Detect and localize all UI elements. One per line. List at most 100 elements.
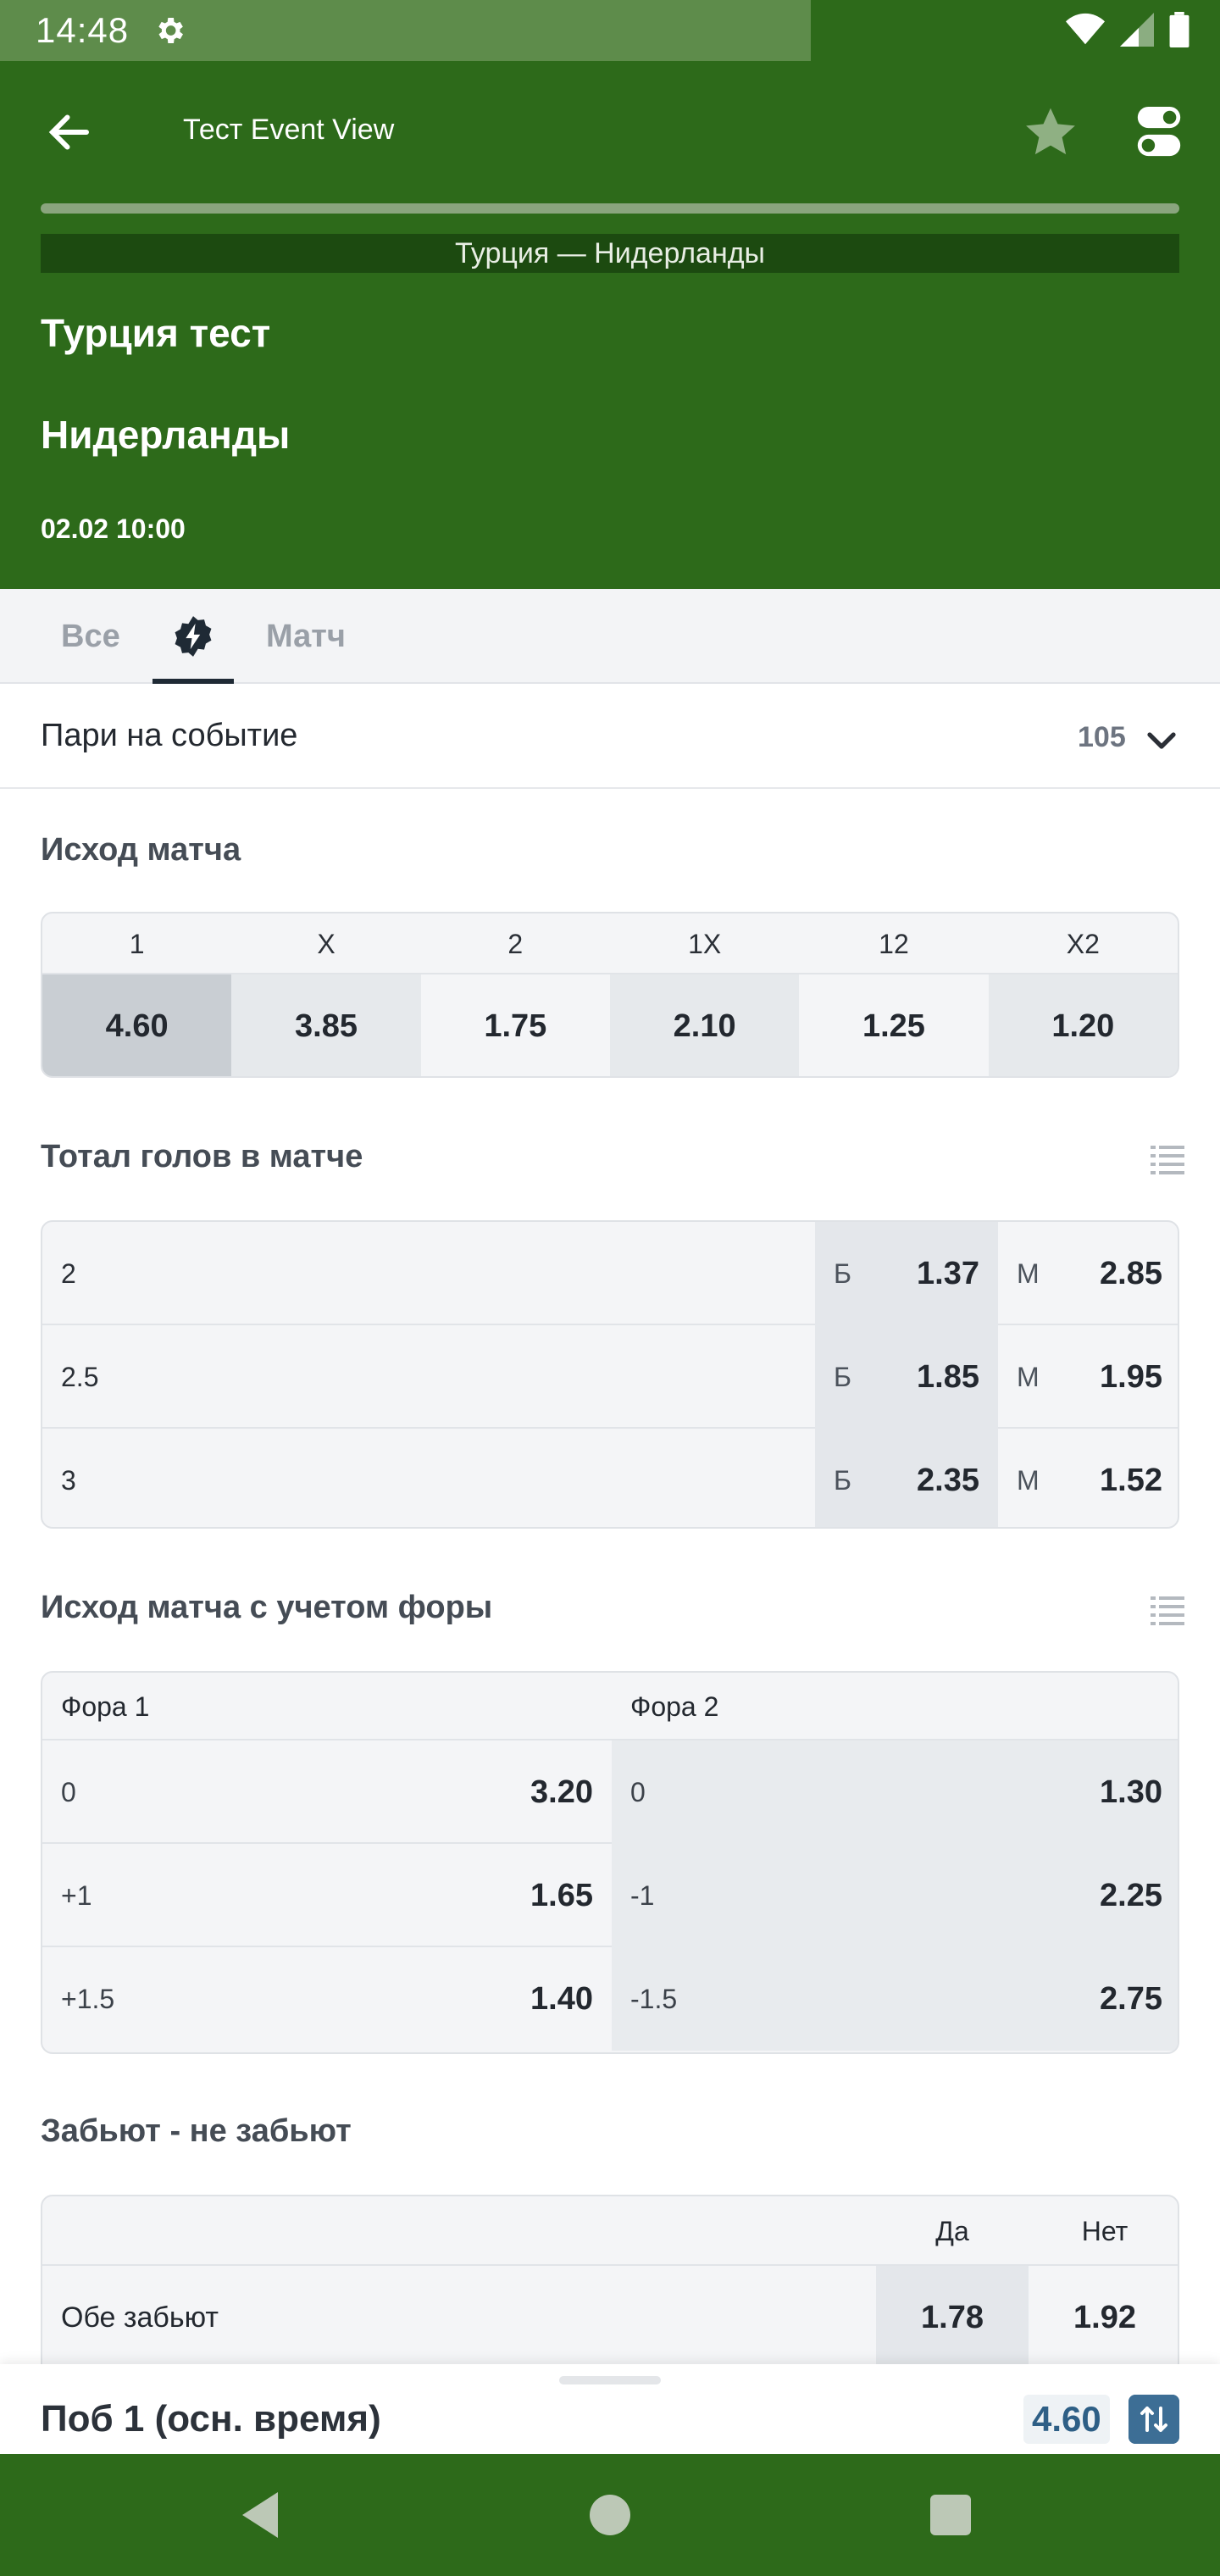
outcome-header: X2 bbox=[1066, 929, 1100, 959]
back-arrow-icon[interactable] bbox=[44, 107, 95, 158]
odd-button[interactable]: 1.25 bbox=[799, 974, 989, 1076]
handicap1-odd-button[interactable]: +1 1.65 bbox=[42, 1844, 612, 1947]
handicap-value: 0 bbox=[630, 1777, 646, 1807]
yes-header: Да bbox=[935, 2216, 969, 2246]
under-odd-button[interactable]: М 2.85 bbox=[998, 1222, 1178, 1325]
system-navigation-bar bbox=[0, 2454, 1220, 2576]
list-view-icon[interactable] bbox=[1151, 1595, 1184, 1625]
tab-live[interactable] bbox=[152, 589, 234, 684]
handicap-header-right: Фора 2 bbox=[630, 1691, 719, 1722]
odd-value: 1.85 bbox=[917, 1359, 979, 1395]
odd-button[interactable]: 1.75 bbox=[420, 974, 610, 1076]
page-title: Тест Event View bbox=[183, 114, 395, 146]
over-odd-button[interactable]: Б 1.85 bbox=[815, 1325, 998, 1429]
odd-value: 1.37 bbox=[917, 1256, 979, 1291]
odd-button-selected[interactable]: 4.60 bbox=[42, 974, 232, 1076]
tab-active-indicator bbox=[152, 679, 234, 684]
tab-match[interactable]: Матч bbox=[266, 589, 346, 682]
status-bar: 14:48 bbox=[0, 0, 1220, 61]
nav-back-icon[interactable] bbox=[232, 2484, 293, 2545]
bets-on-event-row[interactable]: Пари на событие 105 bbox=[0, 686, 1220, 789]
section-title-outcome: Исход матча bbox=[41, 832, 241, 868]
outcome-header-row: 1 X 2 1X 12 X2 bbox=[42, 913, 1178, 974]
table-row: 2 Б 1.37 М 2.85 bbox=[42, 1222, 1178, 1325]
handicap2-odd-button[interactable]: -1 2.25 bbox=[612, 1844, 1178, 1947]
sheet-drag-handle[interactable] bbox=[559, 2376, 661, 2384]
odd-value: 3.20 bbox=[530, 1774, 593, 1810]
section-title-handicap: Исход матча с учетом форы bbox=[41, 1590, 493, 1625]
section-title-totals: Тотал голов в матче bbox=[41, 1139, 363, 1174]
handicap-value: 0 bbox=[61, 1777, 76, 1807]
table-row: 2.5 Б 1.85 М 1.95 bbox=[42, 1325, 1178, 1429]
under-letter: М bbox=[1017, 1258, 1040, 1289]
outcome-market: 1 X 2 1X 12 X2 4.60 3.85 1.75 2.10 1.25 … bbox=[41, 912, 1179, 1078]
total-line: 2 bbox=[61, 1258, 76, 1289]
handicap-header-left: Фора 1 bbox=[61, 1691, 150, 1722]
handicap-value: +1 bbox=[61, 1880, 92, 1911]
under-odd-button[interactable]: М 1.52 bbox=[998, 1429, 1178, 1527]
no-header: Нет bbox=[1081, 2216, 1128, 2246]
bet-slip-sheet[interactable]: Поб 1 (осн. время) 4.60 bbox=[0, 2364, 1220, 2454]
status-time: 14:48 bbox=[36, 10, 130, 50]
nav-home-icon[interactable] bbox=[580, 2484, 640, 2545]
bet-slip-selection: Поб 1 (осн. время) bbox=[41, 2398, 381, 2440]
handicap2-odd-button[interactable]: 0 1.30 bbox=[612, 1740, 1178, 1844]
list-view-icon[interactable] bbox=[1151, 1144, 1184, 1174]
odd-button[interactable]: 2.10 bbox=[609, 974, 800, 1076]
table-row: +1 1.65 -1 2.25 bbox=[42, 1844, 1178, 1947]
table-row: 0 3.20 0 1.30 bbox=[42, 1740, 1178, 1844]
market-tabs: Все Матч bbox=[0, 589, 1220, 684]
outcome-odds-row: 4.60 3.85 1.75 2.10 1.25 1.20 bbox=[42, 974, 1178, 1076]
match-name: Турция — Нидерланды bbox=[41, 234, 1179, 273]
toggle-settings-icon[interactable] bbox=[1135, 105, 1183, 158]
nav-recents-icon[interactable] bbox=[920, 2484, 981, 2545]
outcome-header: 1 bbox=[129, 929, 145, 959]
outcome-header: 2 bbox=[507, 929, 524, 959]
odd-button[interactable]: 3.85 bbox=[231, 974, 421, 1076]
over-odd-button[interactable]: Б 2.35 bbox=[815, 1429, 998, 1527]
handicap-value: -1 bbox=[630, 1880, 655, 1911]
odd-value: 2.75 bbox=[1100, 1981, 1162, 2017]
handicap-value: +1.5 bbox=[61, 1984, 115, 2014]
odd-value: 2.35 bbox=[917, 1463, 979, 1498]
outcome-header: 1X bbox=[688, 929, 722, 959]
handicap1-odd-button[interactable]: 0 3.20 bbox=[42, 1740, 612, 1844]
odd-value: 1.92 bbox=[1073, 2300, 1136, 2335]
handicap-header-row: Фора 1 Фора 2 bbox=[42, 1673, 1178, 1740]
odd-value: 2.85 bbox=[1100, 1256, 1162, 1291]
section-title-both-score: Забьют - не забьют bbox=[41, 2113, 352, 2149]
settings-gear-icon bbox=[158, 18, 183, 43]
match-datetime: 02.02 10:00 bbox=[41, 514, 186, 544]
tab-all[interactable]: Все bbox=[61, 589, 120, 682]
both-score-header-row: Да Нет bbox=[42, 2196, 1178, 2266]
wifi-icon bbox=[1066, 13, 1105, 45]
outcome-header: X bbox=[317, 929, 336, 959]
table-row: 3 Б 2.35 М 1.52 bbox=[42, 1429, 1178, 1527]
favorite-star-icon[interactable] bbox=[1022, 103, 1079, 161]
odd-value: 1.52 bbox=[1100, 1463, 1162, 1498]
handicap1-odd-button[interactable]: +1.5 1.40 bbox=[42, 1947, 612, 2051]
odd-value: 1.78 bbox=[921, 2300, 984, 2335]
lightning-badge-icon bbox=[175, 616, 212, 657]
odd-value: 1.65 bbox=[530, 1878, 593, 1913]
total-line: 2.5 bbox=[61, 1362, 99, 1392]
handicap-value: -1.5 bbox=[630, 1984, 678, 2014]
match-progress-bar bbox=[41, 203, 1179, 214]
handicap2-odd-button[interactable]: -1.5 2.75 bbox=[612, 1947, 1178, 2051]
battery-icon bbox=[1169, 12, 1190, 47]
table-row: Обе забьют 1.78 1.92 bbox=[42, 2266, 1178, 2396]
chevron-down-icon[interactable] bbox=[1144, 723, 1179, 758]
team-home: Турция тест bbox=[41, 311, 271, 355]
bets-label: Пари на событие bbox=[41, 718, 298, 753]
status-icons bbox=[1066, 12, 1190, 47]
odd-value: 1.40 bbox=[530, 1981, 593, 2017]
odd-button[interactable]: 1.20 bbox=[988, 974, 1178, 1076]
odd-value: 1.30 bbox=[1100, 1774, 1162, 1810]
totals-market: 2 Б 1.37 М 2.85 2.5 Б 1.85 М 1.95 3 Б 2.… bbox=[41, 1220, 1179, 1529]
table-row: +1.5 1.40 -1.5 2.75 bbox=[42, 1947, 1178, 2051]
over-odd-button[interactable]: Б 1.37 bbox=[815, 1222, 998, 1325]
over-letter: Б bbox=[834, 1465, 851, 1496]
under-odd-button[interactable]: М 1.95 bbox=[998, 1325, 1178, 1429]
swap-arrows-icon[interactable] bbox=[1128, 2395, 1179, 2444]
odd-value: 2.25 bbox=[1100, 1878, 1162, 1913]
